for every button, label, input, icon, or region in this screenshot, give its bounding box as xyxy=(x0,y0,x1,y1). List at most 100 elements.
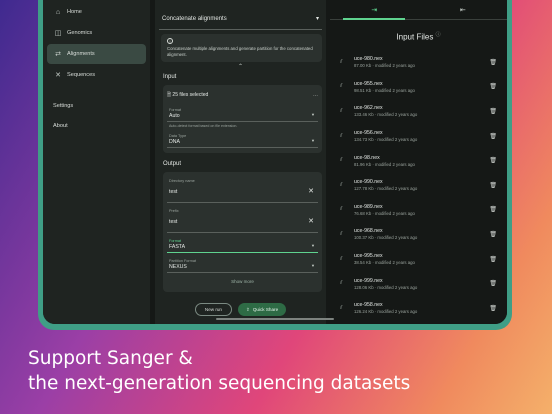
file-row[interactable]: ⫽ uce-958.nex 126.24 Kb · modified 2 years… xyxy=(330,296,507,321)
tab-output[interactable]: ⇤ xyxy=(419,0,508,19)
delete-icon[interactable]: 🗑 xyxy=(489,280,497,287)
file-name: uce-98.nex xyxy=(354,154,380,161)
action-bar: New run ⇪ Quick Share xyxy=(155,303,326,316)
input-section-title: Input xyxy=(163,74,177,80)
output-format-label: Format xyxy=(169,239,182,243)
genomics-icon: ◫ xyxy=(54,30,62,37)
sidebar-item-genomics[interactable]: ◫ Genomics xyxy=(47,23,146,43)
file-meta: 133.46 Kb · modified 2 years ago xyxy=(354,112,418,118)
info-box: i Concatenate multiple alignments and ge… xyxy=(161,34,322,62)
clear-icon[interactable]: ✕ xyxy=(308,217,314,225)
file-name: uce-955.nex xyxy=(354,80,383,87)
file-row[interactable]: ⫽ uce-990.nex 127.78 Kb · modified 2 years… xyxy=(330,173,507,198)
data-type-select[interactable]: Data Type DNA ▼ xyxy=(167,132,318,148)
sidebar-item-alignments[interactable]: ⇄ Alignments xyxy=(47,44,146,64)
file-text: uce-995.nex 38.54 Kb · modified 2 years a… xyxy=(354,253,489,265)
file-meta: 76.68 Kb · modified 2 years ago xyxy=(354,210,415,216)
file-row[interactable]: ⫽ uce-956.nex 134.73 Kb · modified 2 years… xyxy=(330,124,507,149)
tablet-device: ⌂ Home ◫ Genomics ⇄ Alignments ✕ Sequenc… xyxy=(38,0,512,330)
sequence-file-icon: ⫽ xyxy=(340,280,343,287)
prefix-field[interactable]: Prefix test ✕ xyxy=(167,207,318,233)
app-screen: ⌂ Home ◫ Genomics ⇄ Alignments ✕ Sequenc… xyxy=(43,0,507,324)
file-meta: 127.78 Kb · modified 2 years ago xyxy=(354,186,418,192)
files-selected-row[interactable]: 🗎 25 files selected ⋯ xyxy=(167,90,318,102)
file-list: ⫽ uce-980.nex 87.00 Kb · modified 2 years … xyxy=(330,50,507,321)
input-files-panel: ⇥ ⇤ Input Files ⓘ ⫽ uce-980.nex 87.00 Kb ·… xyxy=(330,0,507,324)
delete-icon[interactable]: 🗑 xyxy=(489,157,497,164)
file-name: uce-968.nex xyxy=(354,228,383,235)
file-row[interactable]: ⫽ uce-968.nex 100.37 Kb · modified 2 years… xyxy=(330,222,507,247)
file-name: uce-995.nex xyxy=(354,253,383,260)
file-text: uce-955.nex 98.51 Kb · modified 2 years a… xyxy=(354,81,489,93)
output-section-title: Output xyxy=(163,161,182,167)
quick-share-button[interactable]: ⇪ Quick Share xyxy=(237,303,287,316)
partition-format-value: NEXUS xyxy=(169,264,187,270)
partition-format-select[interactable]: Partition Format NEXUS ▼ xyxy=(167,257,318,273)
delete-icon[interactable]: 🗑 xyxy=(489,256,497,263)
clear-icon[interactable]: ✕ xyxy=(308,187,314,195)
delete-icon[interactable]: 🗑 xyxy=(489,59,497,66)
sidebar-item-label: Home xyxy=(67,9,82,15)
sidebar-item-sequences[interactable]: ✕ Sequences xyxy=(47,65,146,85)
format-select[interactable]: Format Auto ▼ xyxy=(167,106,318,122)
delete-icon[interactable]: 🗑 xyxy=(489,206,497,213)
output-format-select[interactable]: Format FASTA ▼ xyxy=(167,237,318,253)
file-row[interactable]: ⫽ uce-98.nex 81.96 Kb · modified 2 years a… xyxy=(330,148,507,173)
sequence-file-icon: ⫽ xyxy=(340,230,343,237)
file-meta: 81.96 Kb · modified 2 years ago xyxy=(354,161,415,167)
input-card: 🗎 25 files selected ⋯ Format Auto ▼ Auto… xyxy=(163,85,322,153)
delete-icon[interactable]: 🗑 xyxy=(489,182,497,189)
file-row[interactable]: ⫽ uce-999.nex 128.06 Kb · modified 2 years… xyxy=(330,271,507,296)
quick-share-label: Quick Share xyxy=(252,307,279,312)
info-text: Concatenate multiple alignments and gene… xyxy=(167,46,313,57)
file-row[interactable]: ⫽ uce-955.nex 98.51 Kb · modified 2 years … xyxy=(330,75,507,100)
sidebar: ⌂ Home ◫ Genomics ⇄ Alignments ✕ Sequenc… xyxy=(43,0,150,324)
home-indicator xyxy=(216,318,334,320)
sequence-file-icon: ⫽ xyxy=(340,206,343,213)
file-meta: 126.24 Kb · modified 2 years ago xyxy=(354,309,418,315)
file-row[interactable]: ⫽ uce-980.nex 87.00 Kb · modified 2 years … xyxy=(330,50,507,75)
output-card: Directory name test ✕ Prefix test ✕ Form… xyxy=(163,172,322,292)
delete-icon[interactable]: 🗑 xyxy=(489,108,497,115)
delete-icon[interactable]: 🗑 xyxy=(489,133,497,140)
format-label: Format xyxy=(169,108,182,112)
delete-icon[interactable]: 🗑 xyxy=(489,231,497,238)
file-name: uce-962.nex xyxy=(354,105,383,112)
sequence-file-icon: ⫽ xyxy=(340,181,343,188)
prefix-label: Prefix xyxy=(169,209,179,213)
marketing-caption: Support Sanger & the next-generation seq… xyxy=(28,346,410,396)
directory-field[interactable]: Directory name test ✕ xyxy=(167,177,318,203)
task-dropdown[interactable]: Concatenate alignments ▾ xyxy=(159,8,322,30)
file-text: uce-999.nex 128.06 Kb · modified 2 years … xyxy=(354,278,489,290)
sequence-file-icon: ⫽ xyxy=(340,255,343,262)
sidebar-item-about[interactable]: About xyxy=(43,118,150,138)
home-icon: ⌂ xyxy=(55,8,61,16)
chevron-up-icon[interactable]: ⌃ xyxy=(155,62,326,72)
sidebar-item-settings[interactable]: Settings xyxy=(43,98,150,118)
prefix-value: test xyxy=(169,219,178,225)
show-more-link[interactable]: Show more xyxy=(167,279,318,287)
new-run-button[interactable]: New run xyxy=(194,303,232,316)
file-name: uce-956.nex xyxy=(354,130,383,137)
info-icon: i xyxy=(167,38,173,44)
file-name: uce-999.nex xyxy=(354,277,383,284)
tab-input[interactable]: ⇥ xyxy=(330,0,419,20)
more-options-icon[interactable]: ⋯ xyxy=(313,93,318,99)
sidebar-item-home[interactable]: ⌂ Home xyxy=(47,2,146,22)
file-text: uce-989.nex 76.68 Kb · modified 2 years a… xyxy=(354,204,489,216)
file-meta: 87.00 Kb · modified 2 years ago xyxy=(354,63,415,69)
panel-tabs: ⇥ ⇤ xyxy=(330,0,507,20)
format-value: Auto xyxy=(169,113,180,119)
file-row[interactable]: ⫽ uce-989.nex 76.68 Kb · modified 2 years … xyxy=(330,198,507,223)
sequences-icon: ✕ xyxy=(55,72,61,79)
file-text: uce-980.nex 87.00 Kb · modified 2 years a… xyxy=(354,56,489,68)
file-name: uce-990.nex xyxy=(354,179,383,186)
sequence-file-icon: ⫽ xyxy=(340,83,343,90)
file-row[interactable]: ⫽ uce-995.nex 38.54 Kb · modified 2 years … xyxy=(330,247,507,272)
delete-icon[interactable]: 🗑 xyxy=(489,305,497,312)
file-row[interactable]: ⫽ uce-962.nex 133.46 Kb · modified 2 years… xyxy=(330,99,507,124)
directory-value: test xyxy=(169,189,178,195)
help-icon[interactable]: ⓘ xyxy=(436,32,441,38)
input-files-title-text: Input Files xyxy=(396,32,434,42)
delete-icon[interactable]: 🗑 xyxy=(489,83,497,90)
